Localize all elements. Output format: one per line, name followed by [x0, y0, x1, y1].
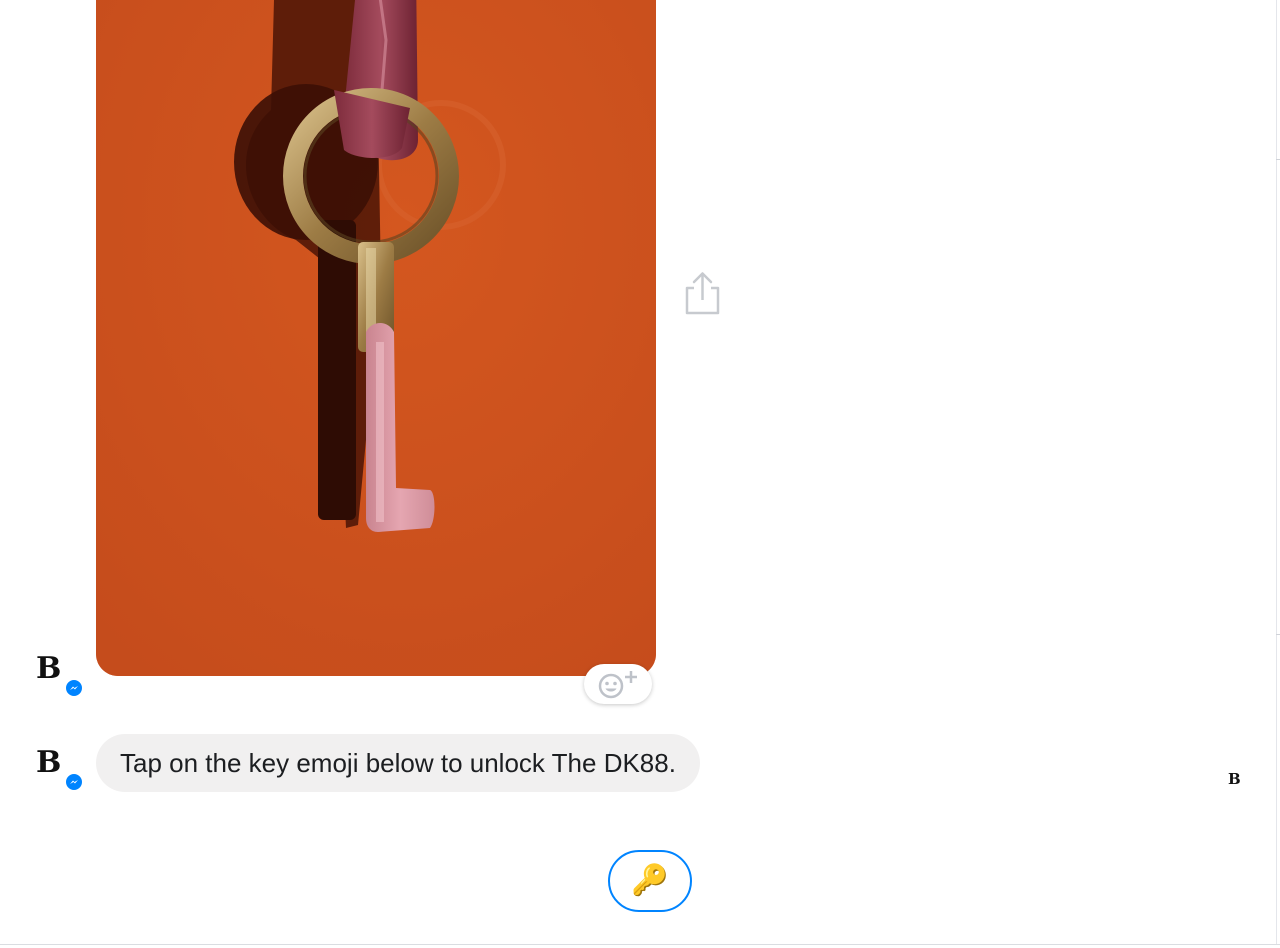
avatar[interactable]: B	[36, 651, 84, 698]
add-reaction-button[interactable]	[584, 664, 652, 704]
right-divider-tick	[1276, 159, 1280, 160]
image-message[interactable]	[96, 0, 656, 676]
share-icon[interactable]	[682, 270, 722, 316]
avatar-initial: B	[36, 651, 61, 686]
right-divider-tick	[1276, 634, 1280, 635]
messenger-conversation: B B Tap on the key emoji below to unlock…	[0, 0, 1280, 948]
message-text: Tap on the key emoji below to unlock The…	[120, 747, 676, 778]
right-divider	[1276, 0, 1277, 945]
avatar[interactable]: B	[36, 745, 84, 792]
seen-indicator-avatar: B	[1228, 770, 1241, 788]
messenger-badge-icon	[64, 678, 84, 698]
key-emoji: 🔑	[631, 864, 669, 897]
composer-divider	[0, 944, 1280, 945]
key-photo	[96, 0, 656, 676]
quick-reply-key-button[interactable]: 🔑	[608, 850, 692, 912]
add-reaction-icon	[598, 671, 637, 699]
messenger-badge-icon	[64, 772, 84, 792]
avatar-initial: B	[36, 745, 61, 780]
text-message[interactable]: Tap on the key emoji below to unlock The…	[96, 734, 700, 792]
